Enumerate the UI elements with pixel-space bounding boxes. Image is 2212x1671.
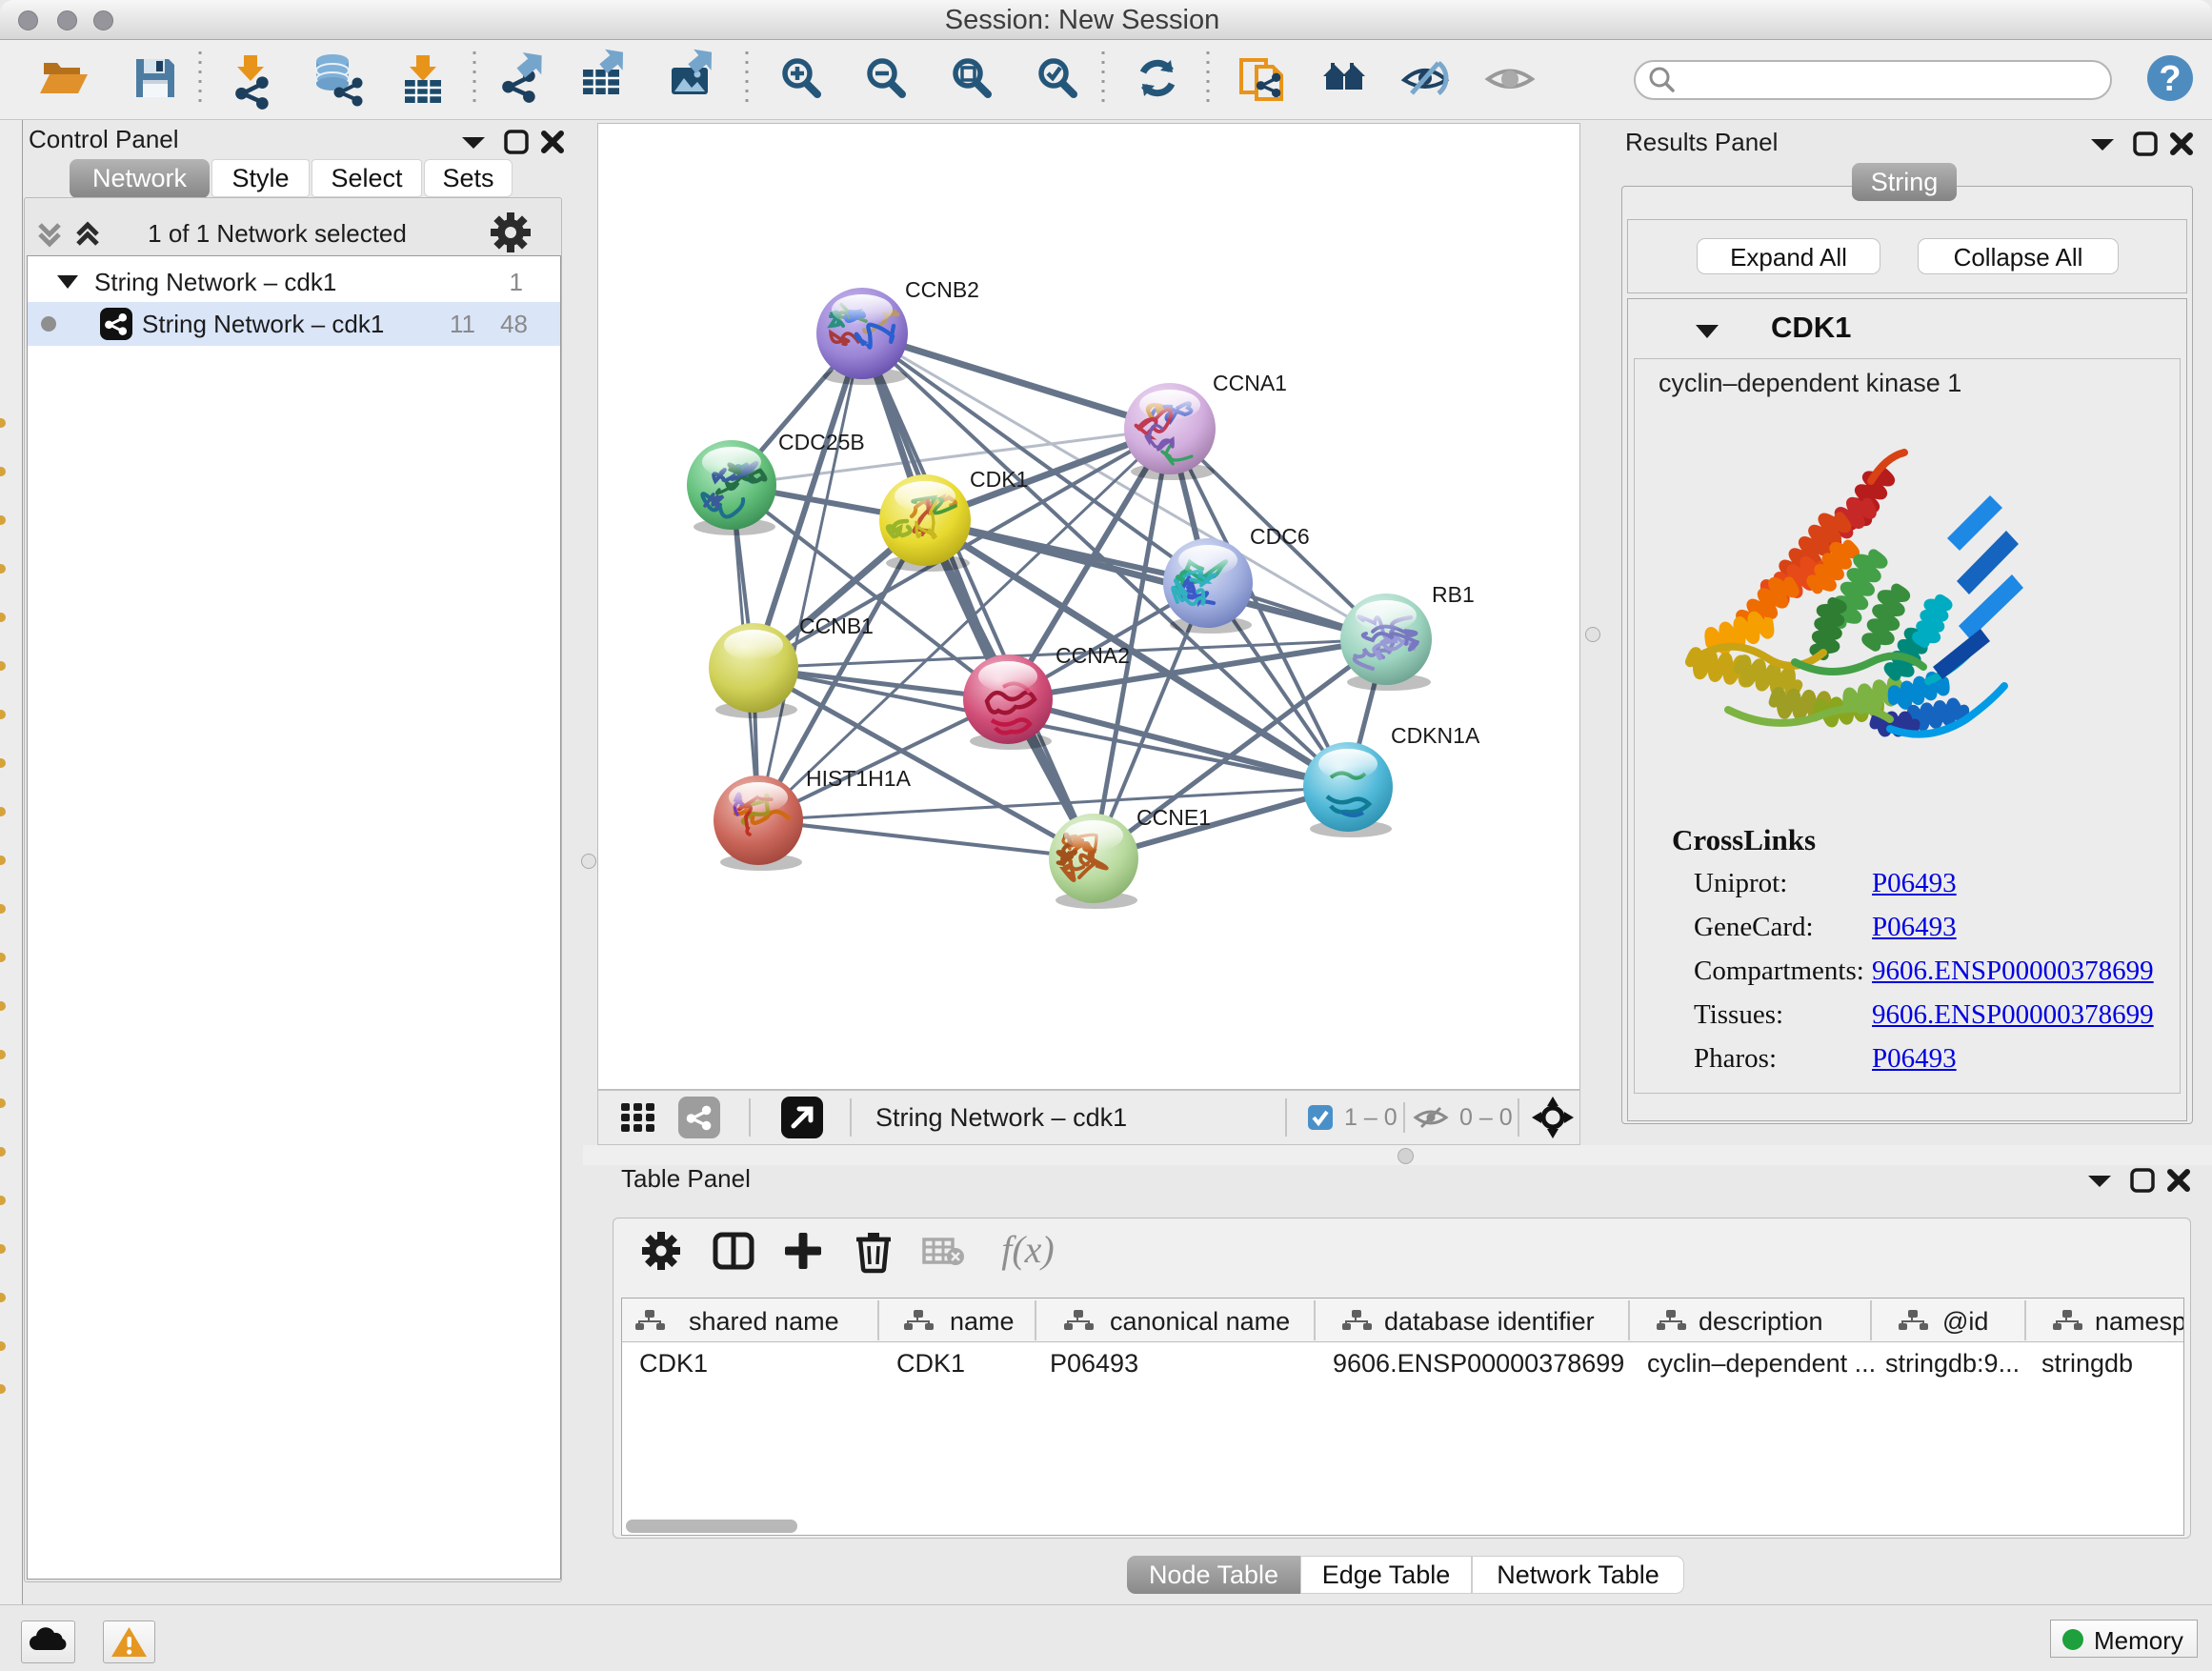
svg-text:?: ? <box>2159 59 2181 99</box>
svg-text:CCNA1: CCNA1 <box>1213 371 1287 395</box>
svg-text:CCNB1: CCNB1 <box>799 614 874 638</box>
svg-text:CDC6: CDC6 <box>1250 524 1310 549</box>
svg-text:CDK1: CDK1 <box>970 467 1028 492</box>
svg-text:CCNA2: CCNA2 <box>1056 643 1130 668</box>
svg-text:CCNB2: CCNB2 <box>905 277 979 302</box>
svg-text:database identifier: database identifier <box>1384 1307 1595 1336</box>
svg-text:canonical name: canonical name <box>1110 1307 1290 1336</box>
svg-text:description: description <box>1699 1307 1823 1336</box>
svg-text:HIST1H1A: HIST1H1A <box>806 766 912 791</box>
svg-text:CCNE1: CCNE1 <box>1136 805 1211 830</box>
svg-text:String Network – cdk1: String Network – cdk1 <box>875 1103 1127 1132</box>
svg-text:1 – 0: 1 – 0 <box>1344 1104 1398 1131</box>
svg-text:@id: @id <box>1942 1307 1988 1336</box>
svg-text:namespac: namespac <box>2095 1307 2183 1336</box>
svg-text:CDC25B: CDC25B <box>778 430 865 454</box>
svg-text:name: name <box>950 1307 1015 1336</box>
svg-text:f(x): f(x) <box>1001 1228 1055 1271</box>
svg-text:CDKN1A: CDKN1A <box>1391 723 1480 748</box>
svg-text:RB1: RB1 <box>1432 582 1475 607</box>
svg-text:0 – 0: 0 – 0 <box>1459 1104 1513 1131</box>
svg-text:shared name: shared name <box>689 1307 839 1336</box>
